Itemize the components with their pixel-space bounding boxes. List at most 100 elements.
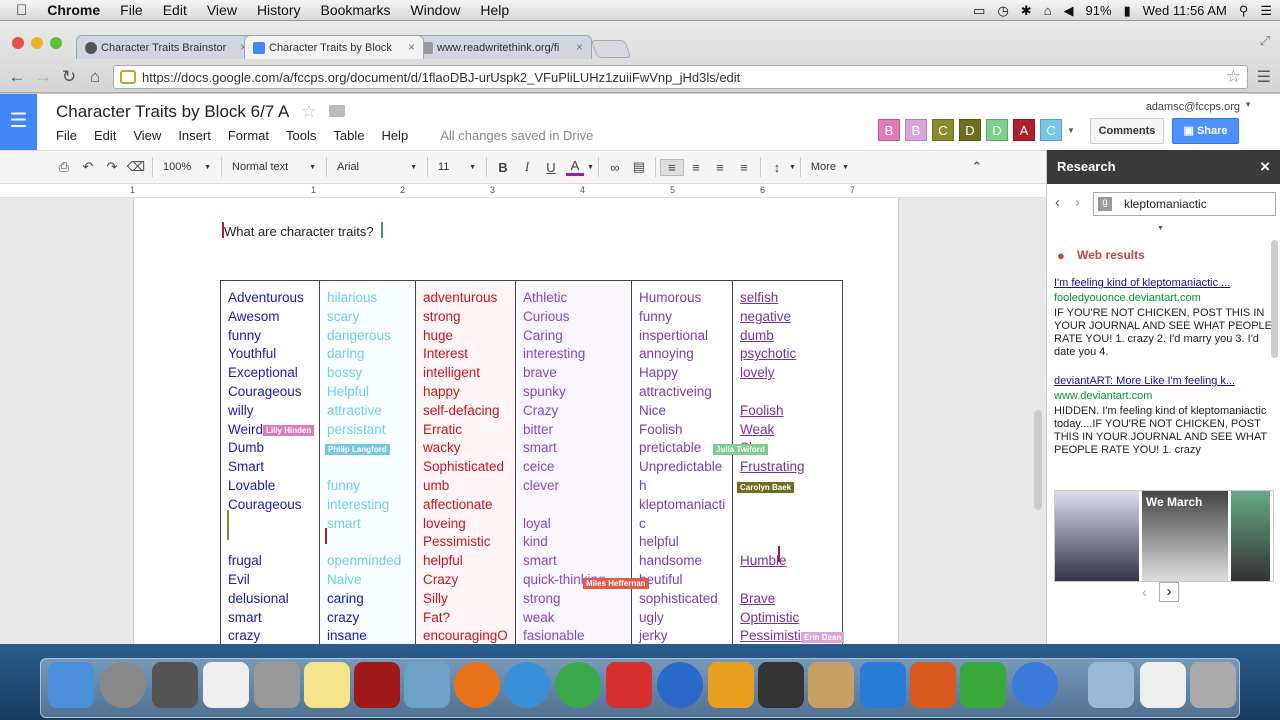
- table-column[interactable]: Adventurous Awesom funny Youthful Except…: [221, 281, 320, 644]
- quicktime-icon[interactable]: [1012, 662, 1058, 708]
- avatar[interactable]: B: [905, 119, 927, 141]
- tab-readwritethink[interactable]: www.readwritethink.org/fi ×: [412, 35, 592, 59]
- table-column[interactable]: Humorous funny inspertional annoying Hap…: [632, 281, 733, 644]
- excel-icon[interactable]: [960, 662, 1006, 708]
- collapse-toolbar-icon[interactable]: ⌃: [965, 159, 989, 175]
- avatar[interactable]: A: [1013, 119, 1035, 141]
- link-icon[interactable]: ∞: [603, 160, 627, 175]
- account-dropdown-icon[interactable]: ▼: [1244, 100, 1252, 109]
- fullscreen-icon[interactable]: ⤢: [1260, 33, 1270, 49]
- redo-icon[interactable]: ↷: [100, 159, 124, 175]
- garageband-icon[interactable]: [808, 662, 854, 708]
- paint-format-icon[interactable]: ⌫: [124, 159, 148, 175]
- finder-icon[interactable]: [48, 662, 94, 708]
- document-title[interactable]: Character Traits by Block 6/7 A: [56, 102, 288, 121]
- home-icon[interactable]: ⌂: [82, 67, 108, 87]
- avatar[interactable]: B: [878, 119, 900, 141]
- bluetooth-icon[interactable]: ✱: [1021, 3, 1032, 19]
- firefox-icon[interactable]: [454, 662, 500, 708]
- menu-view[interactable]: View: [197, 2, 247, 18]
- menu-window[interactable]: Window: [401, 2, 471, 18]
- folder-icon[interactable]: [329, 105, 346, 117]
- menu-history[interactable]: History: [247, 2, 311, 18]
- chevron-down-icon[interactable]: ▼: [587, 164, 594, 171]
- image-thumbnail[interactable]: We March: [1141, 491, 1228, 581]
- italic-icon[interactable]: I: [515, 159, 539, 175]
- document-canvas[interactable]: What are character traits? Adventurous A…: [0, 198, 1046, 644]
- menu-edit[interactable]: Edit: [153, 2, 197, 18]
- tab-brainstorm[interactable]: Character Traits Brainstor ×: [76, 35, 256, 59]
- docs-menu-table[interactable]: Table: [333, 128, 364, 143]
- docs-menu-tools[interactable]: Tools: [286, 128, 316, 143]
- comments-button[interactable]: Comments: [1090, 118, 1164, 144]
- table-column[interactable]: hilarious scary dangerous daring bossy H…: [320, 281, 416, 644]
- battery-icon[interactable]: ▮: [1124, 3, 1131, 19]
- cashbox-icon[interactable]: [152, 662, 198, 708]
- wifi-icon[interactable]: ⌂: [1044, 3, 1052, 18]
- minimize-window-button[interactable]: [31, 37, 43, 49]
- google-earth-icon[interactable]: [657, 662, 703, 708]
- image-thumbnail[interactable]: [1230, 491, 1270, 581]
- launchpad-icon[interactable]: [100, 662, 146, 708]
- docs-menu-help[interactable]: Help: [381, 128, 408, 143]
- forward-icon[interactable]: ›: [1075, 194, 1080, 211]
- style-select[interactable]: Normal text ▼: [226, 154, 322, 180]
- menu-help[interactable]: Help: [470, 2, 519, 18]
- reload-icon[interactable]: ↻: [56, 67, 82, 87]
- docs-menu-edit[interactable]: Edit: [94, 128, 116, 143]
- table-column[interactable]: Athletic Curious Caring interesting brav…: [516, 281, 632, 644]
- close-icon[interactable]: ×: [1260, 157, 1270, 177]
- tab-character-traits[interactable]: Character Traits by Block ×: [244, 35, 424, 59]
- google-icon[interactable]: g: [1098, 197, 1112, 211]
- prev-images-icon[interactable]: ‹: [1142, 584, 1147, 601]
- photo-booth-icon[interactable]: [354, 662, 400, 708]
- account-email[interactable]: adamsc@fccps.org: [1146, 101, 1240, 113]
- justify-icon[interactable]: ≡: [732, 160, 756, 175]
- text-color-icon[interactable]: A: [566, 158, 584, 176]
- align-center-icon[interactable]: ≡: [684, 160, 708, 175]
- folder-icon[interactable]: [1088, 662, 1134, 708]
- font-size-select[interactable]: 11 ▼: [432, 154, 482, 180]
- powerpoint-icon[interactable]: [910, 662, 956, 708]
- next-images-icon[interactable]: ›: [1159, 582, 1179, 602]
- line-spacing-icon[interactable]: ↕: [765, 160, 789, 175]
- menu-app-name[interactable]: Chrome: [37, 2, 110, 18]
- clock[interactable]: Wed 11:56 AM: [1143, 3, 1227, 18]
- search-result[interactable]: deviantART: More Like I'm feeling k... w…: [1054, 375, 1274, 457]
- result-title[interactable]: deviantART: More Like I'm feeling k...: [1054, 375, 1274, 388]
- word-icon[interactable]: [860, 662, 906, 708]
- iphoto-icon[interactable]: [404, 662, 450, 708]
- document-scrollbar[interactable]: [1034, 410, 1042, 510]
- star-icon[interactable]: ☆: [301, 102, 316, 121]
- undo-icon[interactable]: ↶: [76, 159, 100, 175]
- align-right-icon[interactable]: ≡: [708, 160, 732, 175]
- volume-icon[interactable]: ◀: [1064, 3, 1074, 19]
- calculator-icon[interactable]: [254, 662, 300, 708]
- close-tab-icon[interactable]: ×: [576, 40, 583, 54]
- docs-menu-format[interactable]: Format: [228, 128, 269, 143]
- avatar[interactable]: C: [1040, 119, 1062, 141]
- imovie-icon[interactable]: [758, 662, 804, 708]
- more-viewers-icon[interactable]: ▼: [1067, 126, 1075, 141]
- sketchup-icon[interactable]: [606, 662, 652, 708]
- search-options-icon[interactable]: ▼: [1157, 225, 1164, 232]
- print-icon[interactable]: ⎙: [52, 159, 76, 175]
- share-button[interactable]: ▣ Share: [1172, 118, 1239, 144]
- trash-icon[interactable]: [1190, 662, 1236, 708]
- forward-icon[interactable]: →: [30, 67, 56, 87]
- zoom-window-button[interactable]: [50, 37, 62, 49]
- address-bar[interactable]: https://docs.google.com/a/fccps.org/docu…: [113, 65, 1248, 89]
- notes-icon[interactable]: [304, 662, 350, 708]
- align-left-icon[interactable]: ≡: [659, 158, 684, 176]
- spotlight-icon[interactable]: ⚲: [1239, 3, 1249, 19]
- table-column[interactable]: selfish negative dumb psychotic lovely F…: [733, 281, 842, 644]
- airplay-icon[interactable]: ▭: [973, 3, 985, 19]
- menu-bookmarks[interactable]: Bookmarks: [311, 2, 401, 18]
- close-tab-icon[interactable]: ×: [408, 40, 415, 54]
- font-select[interactable]: Arial ▼: [331, 154, 423, 180]
- chrome-icon[interactable]: [555, 662, 601, 708]
- bold-icon[interactable]: B: [491, 160, 515, 175]
- bookmark-star-icon[interactable]: ☆: [1226, 67, 1241, 87]
- calendar-icon[interactable]: [203, 662, 249, 708]
- scratch-icon[interactable]: [708, 662, 754, 708]
